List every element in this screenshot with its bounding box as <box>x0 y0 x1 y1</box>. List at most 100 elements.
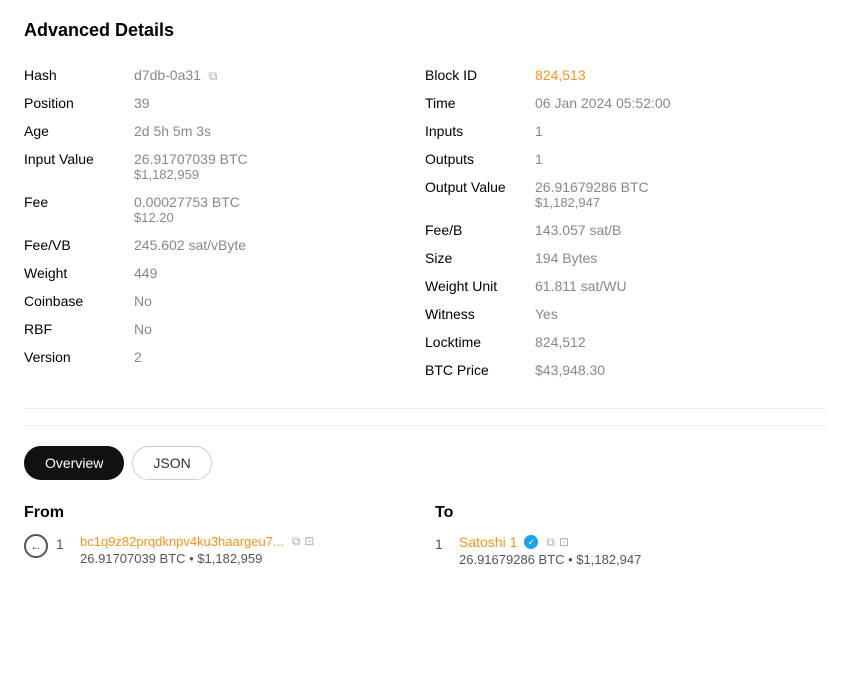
tag-address-icon[interactable]: ⊡ <box>304 534 314 549</box>
detail-value: 61.811 sat/WU <box>535 278 627 294</box>
right-detail-row: Block ID824,513 <box>425 61 826 89</box>
detail-value: d7db-0a31 ⧉ <box>134 67 223 83</box>
to-address-info: Satoshi 1 ✓ ⧉ ⊡ 26.91679286 BTC • $1,182… <box>459 534 641 567</box>
detail-value: 2d 5h 5m 3s <box>134 123 211 139</box>
primary-value: 26.91707039 BTC <box>134 151 248 167</box>
detail-value: 1 <box>535 151 543 167</box>
from-to-section: From ← 1 bc1q9z82prqdknpv4ku3haargeu7...… <box>24 504 826 567</box>
from-section: From ← 1 bc1q9z82prqdknpv4ku3haargeu7...… <box>24 504 415 567</box>
left-detail-row: Weight449 <box>24 259 425 287</box>
right-detail-row: WitnessYes <box>425 300 826 328</box>
detail-label: Weight Unit <box>425 278 535 294</box>
sub-value: $12.20 <box>134 210 240 225</box>
detail-value: No <box>134 321 152 337</box>
to-title: To <box>435 504 826 522</box>
from-address-meta: 26.91707039 BTC • $1,182,959 <box>80 551 314 566</box>
from-address-link[interactable]: bc1q9z82prqdknpv4ku3haargeu7... <box>80 534 284 549</box>
tag-name-icon[interactable]: ⊡ <box>559 535 569 550</box>
from-icon-group: ⧉ ⊡ <box>292 534 315 549</box>
detail-label: Time <box>425 95 535 111</box>
detail-label: Block ID <box>425 67 535 83</box>
left-detail-row: Version2 <box>24 343 425 371</box>
detail-value: 143.057 sat/B <box>535 222 621 238</box>
right-column: Block ID824,513Time06 Jan 2024 05:52:00I… <box>425 61 826 384</box>
detail-label: Outputs <box>425 151 535 167</box>
sub-value: $1,182,947 <box>535 195 649 210</box>
detail-label: Age <box>24 123 134 139</box>
detail-label: Output Value <box>425 179 535 195</box>
copy-address-icon[interactable]: ⧉ <box>292 534 301 549</box>
detail-label: Version <box>24 349 134 365</box>
left-detail-row: Input Value26.91707039 BTC$1,182,959 <box>24 145 425 188</box>
detail-label: Fee/B <box>425 222 535 238</box>
left-detail-row: Fee0.00027753 BTC$12.20 <box>24 188 425 231</box>
right-detail-row: Time06 Jan 2024 05:52:00 <box>425 89 826 117</box>
detail-value: 824,513 <box>535 67 586 83</box>
detail-label: Fee <box>24 194 134 210</box>
primary-value: 26.91679286 BTC <box>535 179 649 195</box>
left-detail-row: Fee/VB245.602 sat/vByte <box>24 231 425 259</box>
detail-label: Input Value <box>24 151 134 167</box>
right-detail-row: Outputs1 <box>425 145 826 173</box>
tab-json[interactable]: JSON <box>132 446 211 480</box>
tabs-section: OverviewJSON <box>24 425 826 480</box>
left-detail-row: RBFNo <box>24 315 425 343</box>
detail-label: BTC Price <box>425 362 535 378</box>
detail-label: Locktime <box>425 334 535 350</box>
to-index: 1 <box>435 536 451 552</box>
detail-value: 26.91707039 BTC$1,182,959 <box>134 151 248 182</box>
right-detail-row: BTC Price$43,948.30 <box>425 356 826 384</box>
to-address-row: 1 Satoshi 1 ✓ ⧉ ⊡ 26.91679286 BTC • $1,1… <box>435 534 826 567</box>
detail-value: 26.91679286 BTC$1,182,947 <box>535 179 649 210</box>
detail-label: Weight <box>24 265 134 281</box>
details-grid: Hashd7db-0a31 ⧉Position39Age2d 5h 5m 3sI… <box>24 61 826 384</box>
left-column: Hashd7db-0a31 ⧉Position39Age2d 5h 5m 3sI… <box>24 61 425 384</box>
left-detail-row: Position39 <box>24 89 425 117</box>
tab-overview[interactable]: Overview <box>24 446 124 480</box>
from-title: From <box>24 504 415 522</box>
detail-value: 1 <box>535 123 543 139</box>
to-address-meta: 26.91679286 BTC • $1,182,947 <box>459 552 641 567</box>
from-address-info: bc1q9z82prqdknpv4ku3haargeu7... ⧉ ⊡ 26.9… <box>80 534 314 566</box>
section-divider <box>24 408 826 409</box>
detail-value: Yes <box>535 306 558 322</box>
detail-label: Hash <box>24 67 134 83</box>
left-detail-row: Hashd7db-0a31 ⧉ <box>24 61 425 89</box>
left-detail-row: Age2d 5h 5m 3s <box>24 117 425 145</box>
detail-value: 0.00027753 BTC$12.20 <box>134 194 240 225</box>
detail-value: 06 Jan 2024 05:52:00 <box>535 95 670 111</box>
detail-value: 824,512 <box>535 334 586 350</box>
detail-value: 2 <box>134 349 142 365</box>
detail-label: Size <box>425 250 535 266</box>
copy-icon[interactable]: ⧉ <box>209 69 223 83</box>
left-detail-row: CoinbaseNo <box>24 287 425 315</box>
detail-label: Inputs <box>425 123 535 139</box>
detail-value: $43,948.30 <box>535 362 605 378</box>
primary-value: 0.00027753 BTC <box>134 194 240 210</box>
detail-label: Fee/VB <box>24 237 134 253</box>
page-title: Advanced Details <box>24 20 826 41</box>
to-section: To 1 Satoshi 1 ✓ ⧉ ⊡ 26.91679286 BTC • $… <box>435 504 826 567</box>
sub-value: $1,182,959 <box>134 167 248 182</box>
right-detail-row: Weight Unit61.811 sat/WU <box>425 272 826 300</box>
from-address-row: ← 1 bc1q9z82prqdknpv4ku3haargeu7... ⧉ ⊡ … <box>24 534 415 566</box>
detail-value: No <box>134 293 152 309</box>
right-detail-row: Size194 Bytes <box>425 244 826 272</box>
detail-value: 39 <box>134 95 150 111</box>
arrow-left-icon: ← <box>24 534 48 558</box>
to-icon-group: ⧉ ⊡ <box>546 535 569 550</box>
detail-label: Coinbase <box>24 293 134 309</box>
right-detail-row: Locktime824,512 <box>425 328 826 356</box>
right-detail-row: Inputs1 <box>425 117 826 145</box>
detail-value: 245.602 sat/vByte <box>134 237 246 253</box>
from-index: 1 <box>56 536 72 552</box>
verified-icon: ✓ <box>524 535 538 549</box>
right-detail-row: Output Value26.91679286 BTC$1,182,947 <box>425 173 826 216</box>
detail-label: RBF <box>24 321 134 337</box>
copy-name-icon[interactable]: ⧉ <box>546 535 555 550</box>
to-name-link[interactable]: Satoshi 1 <box>459 534 517 550</box>
right-detail-row: Fee/B143.057 sat/B <box>425 216 826 244</box>
detail-label: Position <box>24 95 134 111</box>
detail-value: 194 Bytes <box>535 250 597 266</box>
detail-value: 449 <box>134 265 157 281</box>
